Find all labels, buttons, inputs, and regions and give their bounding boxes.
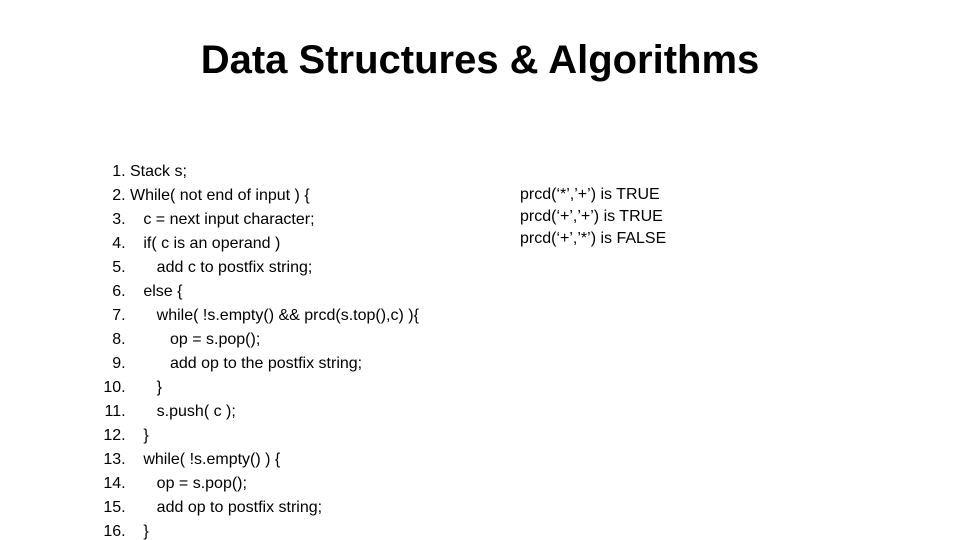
slide-title: Data Structures & Algorithms <box>0 38 960 83</box>
code-line: if( c is an operand ) <box>130 232 510 256</box>
code-line: add c to postfix string; <box>130 256 510 280</box>
slide: Data Structures & Algorithms Stack s; Wh… <box>0 0 960 540</box>
code-line: Stack s; <box>130 160 510 184</box>
code-column: Stack s; While( not end of input ) { c =… <box>70 160 510 540</box>
note-line: prcd(‘+’,’*’) is FALSE <box>520 228 920 250</box>
code-line: else { <box>130 280 510 304</box>
code-line: } <box>130 424 510 448</box>
code-line: while( !s.empty() && prcd(s.top(),c) ){ <box>130 304 510 328</box>
note-line: prcd(‘+’,’+’) is TRUE <box>520 206 920 228</box>
code-line: op = s.pop(); <box>130 472 510 496</box>
code-list: Stack s; While( not end of input ) { c =… <box>70 160 510 540</box>
code-line: c = next input character; <box>130 208 510 232</box>
code-line: } <box>130 520 510 540</box>
slide-content: Stack s; While( not end of input ) { c =… <box>70 160 920 540</box>
code-line: s.push( c ); <box>130 400 510 424</box>
code-line: While( not end of input ) { <box>130 184 510 208</box>
code-line: } <box>130 376 510 400</box>
code-line: op = s.pop(); <box>130 328 510 352</box>
code-line: add op to postfix string; <box>130 496 510 520</box>
code-line: add op to the postfix string; <box>130 352 510 376</box>
notes-column: prcd(‘*’,’+’) is TRUE prcd(‘+’,’+’) is T… <box>510 160 920 540</box>
note-line: prcd(‘*’,’+’) is TRUE <box>520 184 920 206</box>
code-line: while( !s.empty() ) { <box>130 448 510 472</box>
